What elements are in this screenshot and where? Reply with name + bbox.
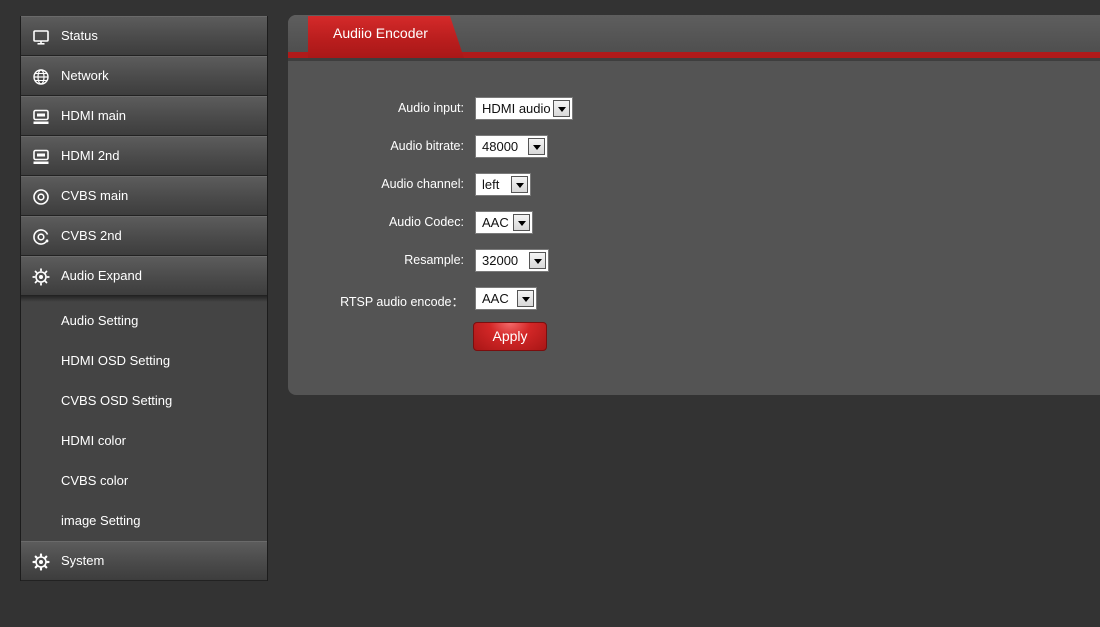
tab-audio-encoder[interactable]: Audiio Encoder (308, 16, 464, 58)
rtsp-audio-encode-value: AAC (482, 291, 509, 306)
tab-label: Audiio Encoder (333, 25, 428, 41)
sidebar-subitem-hdmi-color[interactable]: HDMI color (21, 421, 267, 461)
gear-icon (32, 553, 50, 571)
hdmi-icon (33, 149, 49, 164)
form-row-audio-channel: Audio channel: left (288, 173, 1100, 197)
audio-channel-select[interactable]: left (475, 173, 531, 196)
audio-channel-label: Audio channel: (381, 177, 464, 191)
sidebar-subitem-audio-setting[interactable]: Audio Setting (21, 301, 267, 341)
sidebar-item-cvbs-main[interactable]: CVBS main (21, 176, 267, 216)
sidebar-item-label: Status (61, 28, 98, 43)
rtsp-audio-encode-select[interactable]: AAC (475, 287, 537, 310)
sidebar-item-hdmi-2nd[interactable]: HDMI 2nd (21, 136, 267, 176)
sidebar-item-label: System (61, 553, 105, 568)
sidebar-item-cvbs-2nd[interactable]: CVBS 2nd (21, 216, 267, 256)
chevron-down-icon (528, 138, 545, 155)
chevron-down-icon (517, 290, 534, 307)
sidebar-item-network[interactable]: Network (21, 56, 267, 96)
audio-codec-label: Audio Codec: (388, 215, 464, 229)
sidebar-item-audio-expand[interactable]: Audio Expand (21, 256, 267, 296)
resample-value: 32000 (482, 253, 519, 268)
sidebar-item-label: HDMI main (61, 108, 127, 123)
audio-bitrate-label: Audio bitrate: (390, 139, 464, 153)
cvbs-icon (33, 189, 49, 205)
sidebar-item-status[interactable]: Status (21, 16, 267, 56)
sidebar-item-label: HDMI 2nd (61, 148, 120, 163)
sidebar-item-label: CVBS main (61, 188, 129, 203)
sidebar-subitem-cvbs-osd-setting[interactable]: CVBS OSD Setting (21, 381, 267, 421)
audio-bitrate-value: 48000 (482, 139, 519, 154)
form-row-rtsp-audio-encode: RTSP audio encode： AAC (288, 287, 1100, 311)
rtsp-audio-encode-label: RTSP audio encode： (340, 295, 464, 309)
chevron-down-icon (511, 176, 528, 193)
audio-input-value: HDMI audio (482, 101, 551, 116)
sidebar-item-hdmi-main[interactable]: HDMI main (21, 96, 267, 136)
sidebar-item-label: Network (61, 68, 109, 83)
chevron-down-icon (513, 214, 530, 231)
audio-bitrate-select[interactable]: 48000 (475, 135, 548, 158)
form-row-resample: Resample: 32000 (288, 249, 1100, 273)
sidebar-item-label: Audio Expand (61, 268, 142, 283)
sidebar-item-system[interactable]: System (21, 541, 267, 581)
audio-input-select[interactable]: HDMI audio (475, 97, 573, 120)
audio-encoder-panel: Audiio Encoder Audio input: HDMI audio A… (288, 15, 1100, 395)
monitor-icon (33, 30, 49, 45)
hdmi-icon (33, 109, 49, 124)
sidebar: Status Network HDMI main HDMI 2nd CVBS m… (20, 16, 268, 581)
sidebar-subitem-image-setting[interactable]: image Setting (21, 501, 267, 541)
form-row-audio-bitrate: Audio bitrate: 48000 (288, 135, 1100, 159)
sidebar-item-label: CVBS 2nd (61, 228, 122, 243)
chevron-down-icon (529, 252, 546, 269)
chevron-down-icon (553, 100, 570, 117)
audio-input-label: Audio input: (397, 101, 464, 115)
apply-button[interactable]: Apply (473, 322, 547, 351)
audio-codec-select[interactable]: AAC (475, 211, 533, 234)
audio-channel-value: left (482, 177, 500, 192)
resample-label: Resample: (404, 253, 464, 267)
form-row-audio-input: Audio input: HDMI audio (288, 97, 1100, 121)
gear-icon (32, 268, 50, 286)
resample-select[interactable]: 32000 (475, 249, 549, 272)
cvbs-icon (33, 229, 49, 245)
sidebar-subitem-hdmi-osd-setting[interactable]: HDMI OSD Setting (21, 341, 267, 381)
form-row-audio-codec: Audio Codec: AAC (288, 211, 1100, 235)
globe-icon (33, 69, 49, 85)
panel-divider (288, 58, 1100, 61)
audio-codec-value: AAC (482, 215, 509, 230)
sidebar-subitem-cvbs-color[interactable]: CVBS color (21, 461, 267, 501)
